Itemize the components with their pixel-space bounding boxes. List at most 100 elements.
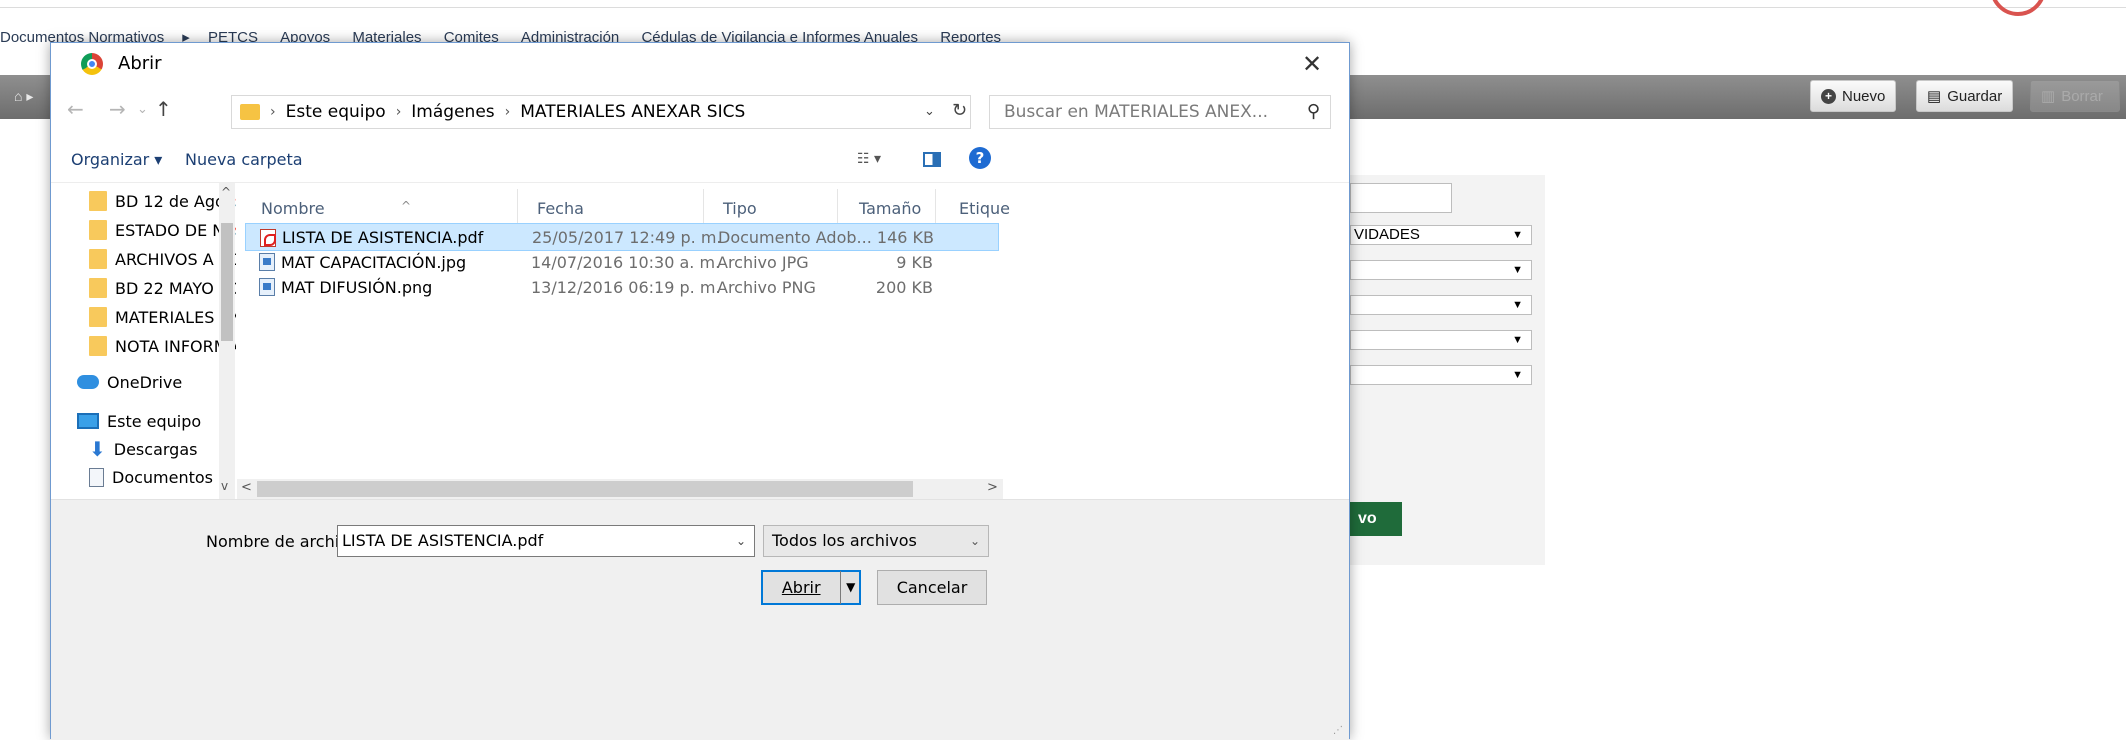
nav-item-label: OneDrive: [107, 372, 183, 392]
nav-item-estado[interactable]: ESTADO DE N📌: [89, 216, 236, 244]
recent-locations-chevron-icon[interactable]: ⌄: [137, 102, 148, 117]
folder-icon: [240, 104, 260, 120]
nav-item-bd12[interactable]: BD 12 de Ago📌: [89, 187, 236, 215]
file-row[interactable]: MAT DIFUSIÓN.png 13/12/2016 06:19 p. m. …: [245, 273, 999, 301]
dialog-footer: Nombre de archivo: LISTA DE ASISTENCIA.p…: [51, 499, 1349, 740]
chevron-down-icon[interactable]: ⌄: [924, 104, 935, 119]
sort-ascending-icon: ^: [401, 199, 412, 213]
scroll-down-icon[interactable]: v: [221, 479, 228, 493]
open-options-dropdown-icon[interactable]: ▼: [840, 571, 860, 604]
onedrive-icon: [77, 375, 99, 389]
breadcrumb-item-este-equipo[interactable]: Este equipo: [286, 102, 386, 122]
scroll-left-icon[interactable]: <: [241, 480, 252, 495]
scroll-thumb[interactable]: [257, 481, 913, 497]
scroll-up-icon[interactable]: ^: [221, 185, 231, 199]
save-button[interactable]: ▤ Guardar: [1916, 80, 2014, 112]
new-button-label: Nuevo: [1842, 87, 1886, 105]
dialog-title: Abrir: [118, 53, 162, 74]
nav-item-nota[interactable]: NOTA INFORMA: [89, 332, 236, 360]
column-header-date[interactable]: Fecha: [537, 199, 584, 218]
form-green-button[interactable]: vo: [1350, 502, 1402, 536]
dialog-title-bar[interactable]: Abrir ✕: [51, 43, 1349, 85]
chevron-down-icon: ⌄: [969, 534, 980, 548]
refresh-icon[interactable]: ↻: [952, 100, 967, 121]
breadcrumb-item-materiales[interactable]: MATERIALES ANEXAR SICS: [520, 102, 745, 122]
chevron-down-icon[interactable]: ⌄: [736, 526, 746, 556]
new-folder-button[interactable]: Nueva carpeta: [185, 150, 303, 169]
nav-item-documentos[interactable]: Documentos: [89, 463, 213, 491]
file-list-horizontal-scrollbar[interactable]: < >: [237, 479, 1003, 499]
column-divider[interactable]: [703, 189, 704, 225]
file-row[interactable]: MAT CAPACITACIÓN.jpg 14/07/2016 10:30 a.…: [245, 248, 999, 276]
cancel-button[interactable]: Cancelar: [877, 570, 987, 605]
filename-input[interactable]: LISTA DE ASISTENCIA.pdf ⌄: [337, 525, 755, 557]
close-icon[interactable]: ✕: [1289, 49, 1335, 79]
nav-item-label: BD 12 de Ago: [115, 191, 225, 211]
form-select-1[interactable]: VIDADES ▼: [1350, 225, 1532, 245]
filename-value: LISTA DE ASISTENCIA.pdf: [342, 531, 544, 550]
column-header-type[interactable]: Tipo: [723, 199, 757, 218]
form-select-3[interactable]: ▼: [1350, 295, 1532, 315]
pdf-icon: [260, 229, 276, 247]
column-divider[interactable]: [517, 189, 518, 225]
nav-item-materiales[interactable]: MATERIALES AN: [89, 303, 236, 331]
nav-item-descargas[interactable]: ⬇ Descargas: [89, 435, 197, 463]
form-select-5[interactable]: ▼: [1350, 365, 1532, 385]
column-header-label: Nombre: [261, 199, 325, 218]
column-header-size[interactable]: Tamaño: [859, 199, 921, 218]
file-date: 14/07/2016 10:30 a. m.: [531, 252, 721, 272]
back-arrow-icon[interactable]: ←: [67, 97, 84, 121]
home-icon[interactable]: ⌂ ▸: [14, 88, 33, 105]
scroll-right-icon[interactable]: >: [987, 480, 998, 495]
form-select-4[interactable]: ▼: [1350, 330, 1532, 350]
form-select-2[interactable]: ▼: [1350, 260, 1532, 280]
file-row[interactable]: LISTA DE ASISTENCIA.pdf 25/05/2017 12:49…: [245, 223, 999, 251]
nav-item-label: ESTADO DE N: [115, 220, 225, 240]
folder-icon: [89, 220, 107, 240]
search-input[interactable]: Buscar en MATERIALES ANEX... ⚲: [989, 95, 1331, 129]
column-divider[interactable]: [935, 189, 936, 225]
nav-item-label: Descargas: [113, 439, 198, 459]
address-bar[interactable]: › Este equipo › Imágenes › MATERIALES AN…: [231, 95, 971, 129]
file-type-value: Todos los archivos: [772, 531, 917, 550]
scroll-thumb[interactable]: [221, 223, 233, 341]
new-button[interactable]: + Nuevo: [1810, 80, 1897, 112]
address-row: ← → ⌄ ↑ › Este equipo › Imágenes › MATER…: [51, 85, 1349, 135]
preview-pane-icon[interactable]: [923, 152, 941, 167]
organize-label: Organizar: [71, 150, 150, 169]
column-header-tags[interactable]: Etique: [959, 199, 1010, 218]
nav-item-este-equipo[interactable]: Este equipo: [77, 407, 201, 435]
dropdown-arrow-icon: ▼: [1512, 369, 1523, 381]
delete-button-label: Borrar: [2061, 87, 2103, 105]
file-type: Documento Adob...: [718, 227, 872, 247]
nav-item-onedrive[interactable]: OneDrive: [77, 368, 182, 396]
nav-item-bd22[interactable]: BD 22 MAYO 201: [89, 274, 236, 302]
nav-item-label: BD 22 MAYO 201: [115, 278, 236, 298]
resize-grip-icon[interactable]: ⋰: [1333, 725, 1343, 736]
up-arrow-icon[interactable]: ↑: [155, 97, 172, 121]
open-button[interactable]: Abrir ▼: [761, 570, 861, 605]
folder-icon: [89, 307, 107, 327]
nav-item-label: NOTA INFORMA: [115, 336, 236, 356]
dropdown-arrow-icon: ▼: [1512, 229, 1523, 241]
nav-item-label: ARCHIVOS A CC: [115, 249, 236, 269]
nav-item-archivos[interactable]: ARCHIVOS A CC: [89, 245, 236, 273]
breadcrumb-item-imagenes[interactable]: Imágenes: [411, 102, 494, 122]
save-icon: ▤: [1927, 88, 1942, 105]
nav-scrollbar[interactable]: ^ v: [219, 183, 235, 499]
folder-icon: [89, 191, 107, 211]
command-bar: Organizar ▾ Nueva carpeta ☷ ▾ ?: [51, 135, 1349, 183]
folder-icon: [89, 249, 107, 269]
column-divider[interactable]: [837, 189, 838, 225]
view-options-icon[interactable]: ☷ ▾: [857, 151, 881, 167]
navigation-pane: BD 12 de Ago📌 ESTADO DE N📌 ARCHIVOS A CC…: [51, 183, 236, 499]
delete-button[interactable]: ▥ Borrar: [2030, 80, 2120, 112]
forward-arrow-icon[interactable]: →: [109, 97, 126, 121]
column-header-name[interactable]: Nombre ^: [261, 199, 411, 218]
form-text-input[interactable]: [1350, 183, 1452, 213]
help-icon[interactable]: ?: [969, 147, 991, 169]
file-type-select[interactable]: Todos los archivos ⌄: [763, 525, 989, 557]
file-name: MAT CAPACITACIÓN.jpg: [281, 252, 467, 272]
organize-button[interactable]: Organizar ▾: [71, 150, 162, 169]
downloads-icon: ⬇: [89, 437, 106, 461]
